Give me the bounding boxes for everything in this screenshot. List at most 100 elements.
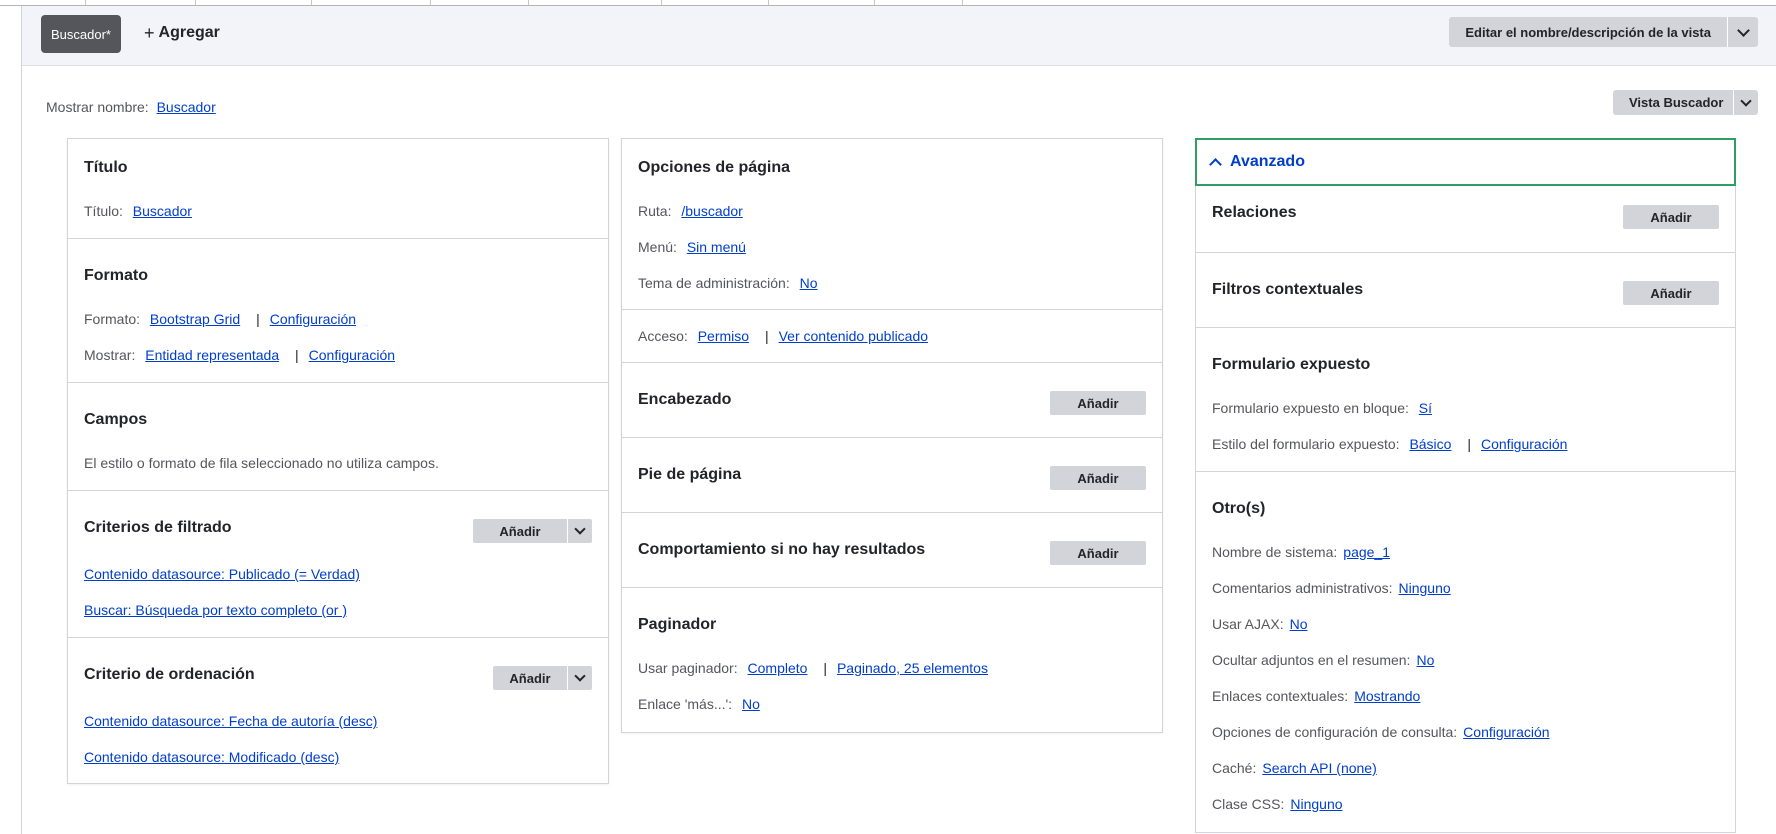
column-advanced: Avanzado Relaciones Añadir Filtros conte… — [1195, 138, 1736, 833]
contextual-links-link[interactable]: Mostrando — [1354, 688, 1420, 704]
show-link[interactable]: Entidad representada — [145, 347, 279, 363]
other-row: Ocultar adjuntos en el resumen: No — [1212, 652, 1434, 668]
admin-comments-link[interactable]: Ninguno — [1399, 580, 1451, 596]
sort-item-link[interactable]: Contenido datasource: Fecha de autoría (… — [84, 713, 377, 729]
use-ajax-link[interactable]: No — [1290, 616, 1308, 632]
css-class-link[interactable]: Ninguno — [1290, 796, 1342, 812]
edit-view-name-dropdown[interactable] — [1727, 17, 1758, 47]
tema-row: Tema de administración: No — [638, 275, 818, 291]
section-otros: Otro(s) Nombre de sistema: page_1 Comenta… — [1195, 472, 1736, 833]
filter-item-link[interactable]: Buscar: Búsqueda por texto completo (or … — [84, 602, 347, 618]
other-row: Caché: Search API (none) — [1212, 760, 1377, 776]
section-formulario-expuesto: Formulario expuesto Formulario expuesto … — [1195, 328, 1736, 472]
view-display-split-button: Vista Buscador — [1613, 90, 1758, 115]
field-label: Tema de administración: — [638, 275, 790, 291]
field-label: Comentarios administrativos: — [1212, 580, 1393, 596]
advanced-toggle[interactable]: Avanzado — [1195, 138, 1736, 186]
exposed-block-link[interactable]: Sí — [1419, 400, 1432, 416]
section-pie: Pie de página Añadir — [622, 438, 1162, 513]
section-heading: Paginador — [638, 616, 717, 633]
tab-divider — [195, 0, 196, 5]
add-contextual-filter-button[interactable]: Añadir — [1623, 281, 1719, 305]
field-label: Nombre de sistema: — [1212, 544, 1338, 560]
ruta-row: Ruta: /buscador — [638, 203, 743, 219]
add-filter-dropdown[interactable] — [567, 519, 592, 543]
separator: | — [1467, 436, 1471, 452]
edit-view-name-split-button: Editar el nombre/descripción de la vista — [1449, 17, 1758, 47]
other-row: Clase CSS: Ninguno — [1212, 796, 1343, 812]
add-sort-button[interactable]: Añadir — [493, 666, 567, 690]
section-opciones-pagina: Opciones de página Ruta: /buscador Menú:… — [622, 139, 1162, 310]
other-row: Opciones de configuración de consulta: Co… — [1212, 724, 1550, 740]
other-row: Nombre de sistema: page_1 — [1212, 544, 1390, 560]
exposed-style-config-link[interactable]: Configuración — [1481, 436, 1567, 452]
display-name-link[interactable]: Buscador — [157, 99, 216, 115]
section-heading: Campos — [84, 411, 148, 428]
acceso-row: Acceso: Permiso | Ver contenido publicado — [638, 328, 928, 344]
add-header-button[interactable]: Añadir — [1050, 391, 1146, 415]
section-heading: Pie de página — [638, 466, 742, 483]
section-formato: Formato Formato: Bootstrap Grid | Configu… — [68, 239, 608, 383]
field-label: Ocultar adjuntos en el resumen: — [1212, 652, 1411, 668]
usar-paginador-row: Usar paginador: Completo | Paginado, 25 e… — [638, 660, 988, 676]
separator: | — [256, 311, 260, 327]
chevron-down-icon — [574, 670, 586, 682]
add-sort-dropdown[interactable] — [567, 666, 592, 690]
tab-divider — [528, 0, 529, 5]
view-display-button[interactable]: Vista Buscador — [1613, 90, 1733, 115]
add-display-button[interactable]: + Agregar — [144, 24, 220, 42]
cache-link[interactable]: Search API (none) — [1262, 760, 1376, 776]
exposed-style-link[interactable]: Básico — [1409, 436, 1451, 452]
show-config-link[interactable]: Configuración — [309, 347, 395, 363]
field-label: Caché: — [1212, 760, 1257, 776]
field-label: Título: — [84, 203, 123, 219]
pager-options-link[interactable]: Paginado, 25 elementos — [837, 660, 988, 676]
other-row: Enlaces contextuales: Mostrando — [1212, 688, 1420, 704]
filter-item-link[interactable]: Contenido datasource: Publicado (= Verda… — [84, 566, 360, 582]
section-heading: Filtros contextuales — [1212, 281, 1364, 298]
field-label: Formato: — [84, 311, 141, 327]
acceso-link[interactable]: Permiso — [698, 328, 749, 344]
section-heading: Formato — [84, 267, 148, 284]
add-filter-button[interactable]: Añadir — [473, 519, 567, 543]
edit-view-name-button[interactable]: Editar el nombre/descripción de la vista — [1449, 17, 1727, 47]
chevron-up-icon — [1209, 158, 1222, 171]
section-acceso: Acceso: Permiso | Ver contenido publicado — [622, 310, 1162, 363]
display-tab-buscador[interactable]: Buscador* — [41, 15, 121, 53]
acceso-permission-link[interactable]: Ver contenido publicado — [779, 328, 928, 344]
query-settings-link[interactable]: Configuración — [1463, 724, 1549, 740]
format-config-link[interactable]: Configuración — [270, 311, 356, 327]
ruta-link[interactable]: /buscador — [681, 203, 742, 219]
separator: | — [295, 347, 299, 363]
menu-link[interactable]: Sin menú — [687, 239, 746, 255]
separator: | — [764, 328, 769, 344]
field-label: Enlace 'más...': — [638, 696, 733, 712]
field-label: Acceso: — [638, 328, 688, 344]
campos-text: El estilo o formato de fila seleccionado… — [84, 455, 439, 471]
format-link[interactable]: Bootstrap Grid — [150, 311, 240, 327]
plus-icon: + — [144, 23, 155, 43]
tema-link[interactable]: No — [800, 275, 818, 291]
chevron-down-icon — [1740, 94, 1752, 107]
sort-item-link[interactable]: Contenido datasource: Modificado (desc) — [84, 749, 339, 765]
separator: | — [823, 660, 827, 676]
field-label: Clase CSS: — [1212, 796, 1285, 812]
add-relationship-button[interactable]: Añadir — [1623, 205, 1719, 229]
add-footer-button[interactable]: Añadir — [1050, 466, 1146, 490]
field-label: Ruta: — [638, 203, 672, 219]
tab-divider — [430, 0, 431, 5]
hide-attachments-link[interactable]: No — [1416, 652, 1434, 668]
view-display-dropdown[interactable] — [1733, 90, 1758, 115]
machine-name-link[interactable]: page_1 — [1343, 544, 1390, 560]
section-heading: Criterio de ordenación — [84, 666, 255, 683]
titulo-link[interactable]: Buscador — [133, 203, 192, 219]
add-no-results-button[interactable]: Añadir — [1050, 541, 1146, 565]
section-relaciones: Relaciones Añadir — [1195, 186, 1736, 253]
section-campos: Campos El estilo o formato de fila selec… — [68, 383, 608, 491]
field-label: Mostrar: — [84, 347, 136, 363]
pager-type-link[interactable]: Completo — [748, 660, 808, 676]
exposed-block-row: Formulario expuesto en bloque: Sí — [1212, 400, 1432, 416]
more-link[interactable]: No — [742, 696, 760, 712]
section-heading: Relaciones — [1212, 204, 1297, 221]
field-label: Usar paginador: — [638, 660, 738, 676]
